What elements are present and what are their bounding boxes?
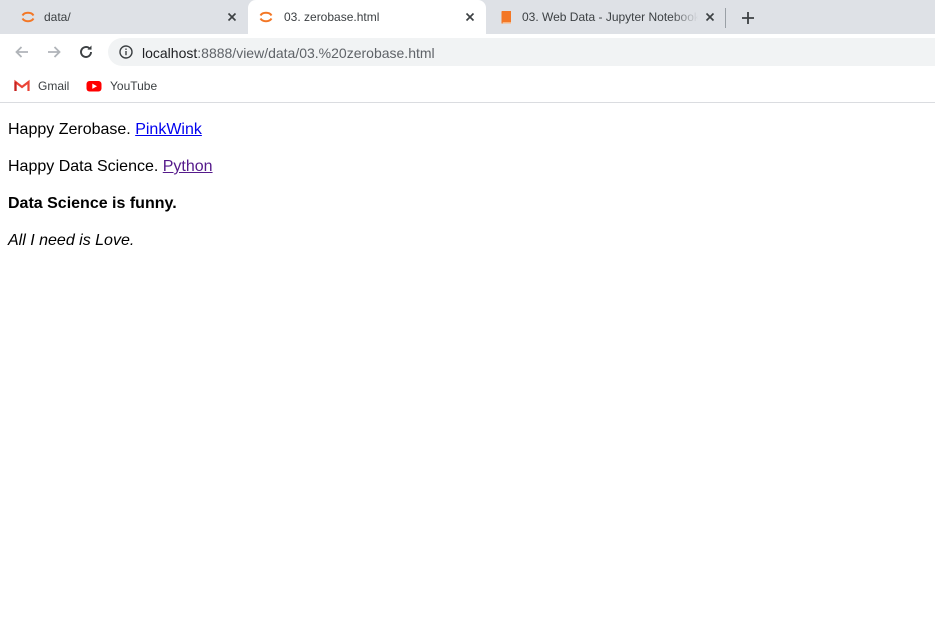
back-arrow-icon[interactable] bbox=[12, 42, 32, 62]
reload-icon[interactable] bbox=[76, 42, 96, 62]
paragraph-data-science: Happy Data Science. Python bbox=[8, 158, 213, 176]
bold-paragraph: Data Science is funny. bbox=[8, 195, 177, 212]
bookmark-gmail[interactable]: Gmail bbox=[14, 76, 69, 96]
pinkwink-link[interactable]: PinkWink bbox=[135, 121, 202, 138]
tab-title: data/ bbox=[44, 10, 71, 24]
info-icon[interactable] bbox=[118, 44, 134, 60]
url-text[interactable]: localhost:8888/view/data/03.%20zerobase.… bbox=[142, 45, 435, 61]
close-icon[interactable] bbox=[702, 9, 718, 25]
new-tab-plus-icon[interactable] bbox=[738, 8, 758, 28]
python-link[interactable]: Python bbox=[163, 158, 213, 175]
italic-paragraph: All I need is Love. bbox=[8, 232, 135, 249]
tab-web-data-notebook[interactable]: 03. Web Data - Jupyter Notebook bbox=[486, 0, 726, 34]
notebook-icon bbox=[501, 11, 511, 24]
tab-title: 03. zerobase.html bbox=[284, 10, 380, 24]
tab-title: 03. Web Data - Jupyter Notebook bbox=[522, 10, 698, 24]
jupyter-icon bbox=[21, 11, 35, 23]
tab-divider bbox=[725, 8, 726, 28]
forward-arrow-icon[interactable] bbox=[44, 42, 64, 62]
url-host: localhost bbox=[142, 45, 198, 61]
browser-toolbar: localhost:8888/view/data/03.%20zerobase.… bbox=[0, 34, 935, 70]
tab-data-folder[interactable]: data/ bbox=[0, 0, 248, 34]
paragraph-text: Happy Zerobase. bbox=[8, 121, 136, 138]
tab-strip: data/ 03. zerobase.html 03. Web Data - J… bbox=[0, 0, 935, 34]
paragraph-text: Happy Data Science. bbox=[8, 158, 163, 175]
jupyter-icon bbox=[259, 11, 273, 23]
gmail-icon bbox=[14, 79, 30, 91]
tab-zerobase[interactable]: 03. zerobase.html bbox=[248, 0, 486, 34]
url-path: :8888/view/data/03.%20zerobase.html bbox=[197, 45, 435, 61]
close-icon[interactable] bbox=[224, 9, 240, 25]
youtube-icon bbox=[86, 81, 102, 92]
bookmark-label: Gmail bbox=[38, 79, 70, 93]
close-icon[interactable] bbox=[462, 9, 478, 25]
paragraph-zerobase: Happy Zerobase. PinkWink bbox=[8, 121, 202, 139]
bookmark-label: YouTube bbox=[110, 79, 158, 93]
address-bar[interactable]: localhost:8888/view/data/03.%20zerobase.… bbox=[108, 38, 935, 66]
bookmark-youtube[interactable]: YouTube bbox=[86, 76, 157, 96]
bookmarks-bar: Gmail YouTube bbox=[0, 70, 935, 103]
